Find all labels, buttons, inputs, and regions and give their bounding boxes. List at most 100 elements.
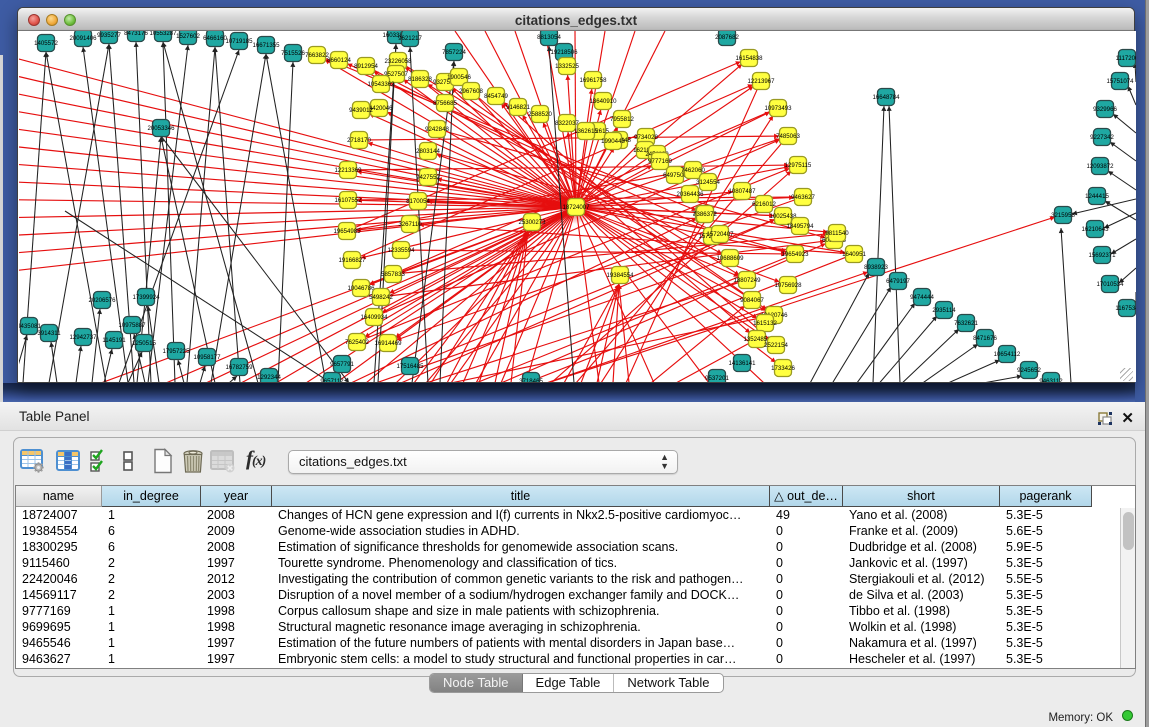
svg-text:16409934: 16409934 [360, 314, 388, 321]
svg-text:3267110: 3267110 [398, 221, 422, 228]
svg-text:8471676: 8471676 [973, 335, 997, 342]
svg-text:12093872: 12093872 [1086, 163, 1114, 170]
svg-text:6216012: 6216012 [752, 201, 776, 208]
svg-text:1900546: 1900546 [447, 74, 471, 81]
svg-text:20364436: 20364436 [676, 191, 704, 198]
svg-text:1244415: 1244415 [1085, 193, 1109, 200]
svg-text:9657112: 9657112 [320, 378, 344, 382]
svg-text:7663822: 7663822 [305, 52, 329, 59]
svg-text:15720407: 15720407 [706, 231, 734, 238]
svg-text:3124554: 3124554 [696, 179, 720, 186]
svg-text:18807249: 18807249 [733, 277, 761, 284]
svg-text:16914469: 16914469 [374, 340, 402, 347]
svg-text:1362615: 1362615 [574, 128, 598, 135]
svg-text:1292344: 1292344 [257, 374, 281, 381]
svg-text:12335594: 12335594 [387, 247, 415, 254]
svg-text:3215958: 3215958 [1051, 212, 1075, 219]
svg-text:1615132: 1615132 [753, 320, 777, 327]
svg-text:16107552: 16107552 [334, 197, 362, 204]
svg-text:5498242: 5498242 [369, 294, 393, 301]
svg-text:8660124: 8660124 [327, 57, 351, 64]
svg-text:7632621: 7632621 [954, 320, 978, 327]
svg-text:9463112: 9463112 [1039, 378, 1063, 382]
svg-text:23226058: 23226058 [384, 58, 412, 65]
svg-text:19166827: 19166827 [338, 257, 366, 264]
svg-text:16154838: 16154838 [735, 55, 763, 62]
svg-text:1640951: 1640951 [842, 251, 866, 258]
svg-text:7955812: 7955812 [610, 116, 634, 123]
svg-text:10688609: 10688609 [716, 255, 744, 262]
svg-text:10973493: 10973493 [764, 105, 792, 112]
svg-text:9935277: 9935277 [97, 32, 121, 39]
svg-text:8454749: 8454749 [484, 93, 508, 100]
svg-text:9245652: 9245652 [1017, 367, 1041, 374]
svg-text:7625402: 7625402 [345, 339, 369, 346]
svg-text:18724007: 18724007 [562, 204, 590, 211]
svg-text:8813054: 8813054 [537, 34, 561, 41]
svg-text:12942737: 12942737 [69, 334, 97, 341]
svg-text:10807487: 10807487 [728, 188, 756, 195]
svg-text:10046786: 10046786 [347, 285, 375, 292]
svg-text:17516485: 17516485 [396, 363, 424, 370]
svg-text:8170054: 8170054 [406, 198, 430, 205]
svg-text:12213369: 12213369 [334, 167, 362, 174]
svg-text:1167534: 1167534 [1115, 305, 1136, 312]
svg-text:9734028: 9734028 [634, 134, 658, 141]
svg-text:9329966: 9329966 [1093, 106, 1117, 113]
svg-text:1145191: 1145191 [102, 337, 126, 344]
svg-text:17399924: 17399924 [132, 294, 160, 301]
svg-text:10719185: 10719185 [225, 38, 253, 45]
svg-text:20206576: 20206576 [88, 297, 116, 304]
svg-text:15692371: 15692371 [1088, 252, 1116, 259]
svg-text:2522154: 2522154 [764, 342, 788, 349]
svg-text:20091406: 20091406 [69, 35, 97, 42]
svg-text:10958177: 10958177 [193, 354, 221, 361]
svg-text:9439012: 9439012 [349, 107, 373, 114]
svg-text:16961758: 16961758 [579, 77, 607, 84]
svg-text:10553287: 10553287 [149, 31, 177, 37]
svg-text:7515526: 7515526 [281, 50, 305, 57]
svg-text:1117206: 1117206 [1116, 55, 1136, 62]
svg-text:16671355: 16671355 [252, 42, 280, 49]
svg-text:19654923: 19654923 [781, 251, 809, 258]
svg-text:9621217: 9621217 [398, 35, 422, 42]
svg-text:2967608: 2967608 [459, 88, 483, 95]
svg-text:8912954: 8912954 [354, 63, 378, 70]
svg-text:10654112: 10654112 [994, 351, 1021, 358]
svg-text:9242848: 9242848 [425, 126, 449, 133]
svg-text:1332525: 1332525 [555, 63, 579, 70]
svg-text:14136141: 14136141 [728, 360, 756, 367]
svg-text:8938923: 8938923 [864, 264, 888, 271]
svg-text:17957225: 17957225 [162, 348, 190, 355]
svg-text:2718170: 2718170 [347, 137, 371, 144]
svg-text:12213967: 12213967 [747, 78, 775, 85]
svg-text:6479197: 6479197 [886, 278, 910, 285]
svg-text:10543362: 10543362 [367, 81, 395, 88]
svg-text:19218506: 19218506 [550, 49, 578, 56]
svg-text:19654985: 19654985 [333, 228, 361, 235]
svg-text:9657791: 9657791 [330, 361, 354, 368]
svg-text:8322037: 8322037 [555, 120, 579, 127]
svg-text:18495794: 18495794 [786, 223, 814, 230]
svg-text:9474444: 9474444 [910, 294, 934, 301]
svg-text:9777169: 9777169 [648, 158, 672, 165]
svg-text:1405572: 1405572 [34, 40, 58, 47]
svg-text:2803144: 2803144 [416, 148, 440, 155]
svg-text:9811540: 9811540 [825, 230, 849, 237]
svg-text:10975887: 10975887 [118, 322, 146, 329]
svg-text:6466160: 6466160 [203, 35, 227, 42]
svg-text:9146821: 9146821 [506, 104, 530, 111]
svg-text:13640910: 13640910 [589, 98, 617, 105]
svg-text:2588520: 2588520 [528, 111, 552, 118]
svg-text:8186328: 8186328 [408, 76, 432, 83]
svg-text:3914311: 3914311 [37, 330, 61, 337]
svg-text:7386372: 7386372 [693, 211, 717, 218]
svg-text:1527602: 1527602 [176, 33, 200, 40]
svg-text:19384554: 19384554 [606, 272, 634, 279]
svg-text:16648784: 16648784 [872, 94, 900, 101]
svg-text:1733426: 1733426 [771, 365, 795, 372]
svg-text:9463627: 9463627 [791, 194, 815, 201]
svg-text:10756928: 10756928 [774, 282, 802, 289]
svg-text:7462060: 7462060 [681, 167, 705, 174]
svg-text:9084067: 9084067 [740, 297, 764, 304]
